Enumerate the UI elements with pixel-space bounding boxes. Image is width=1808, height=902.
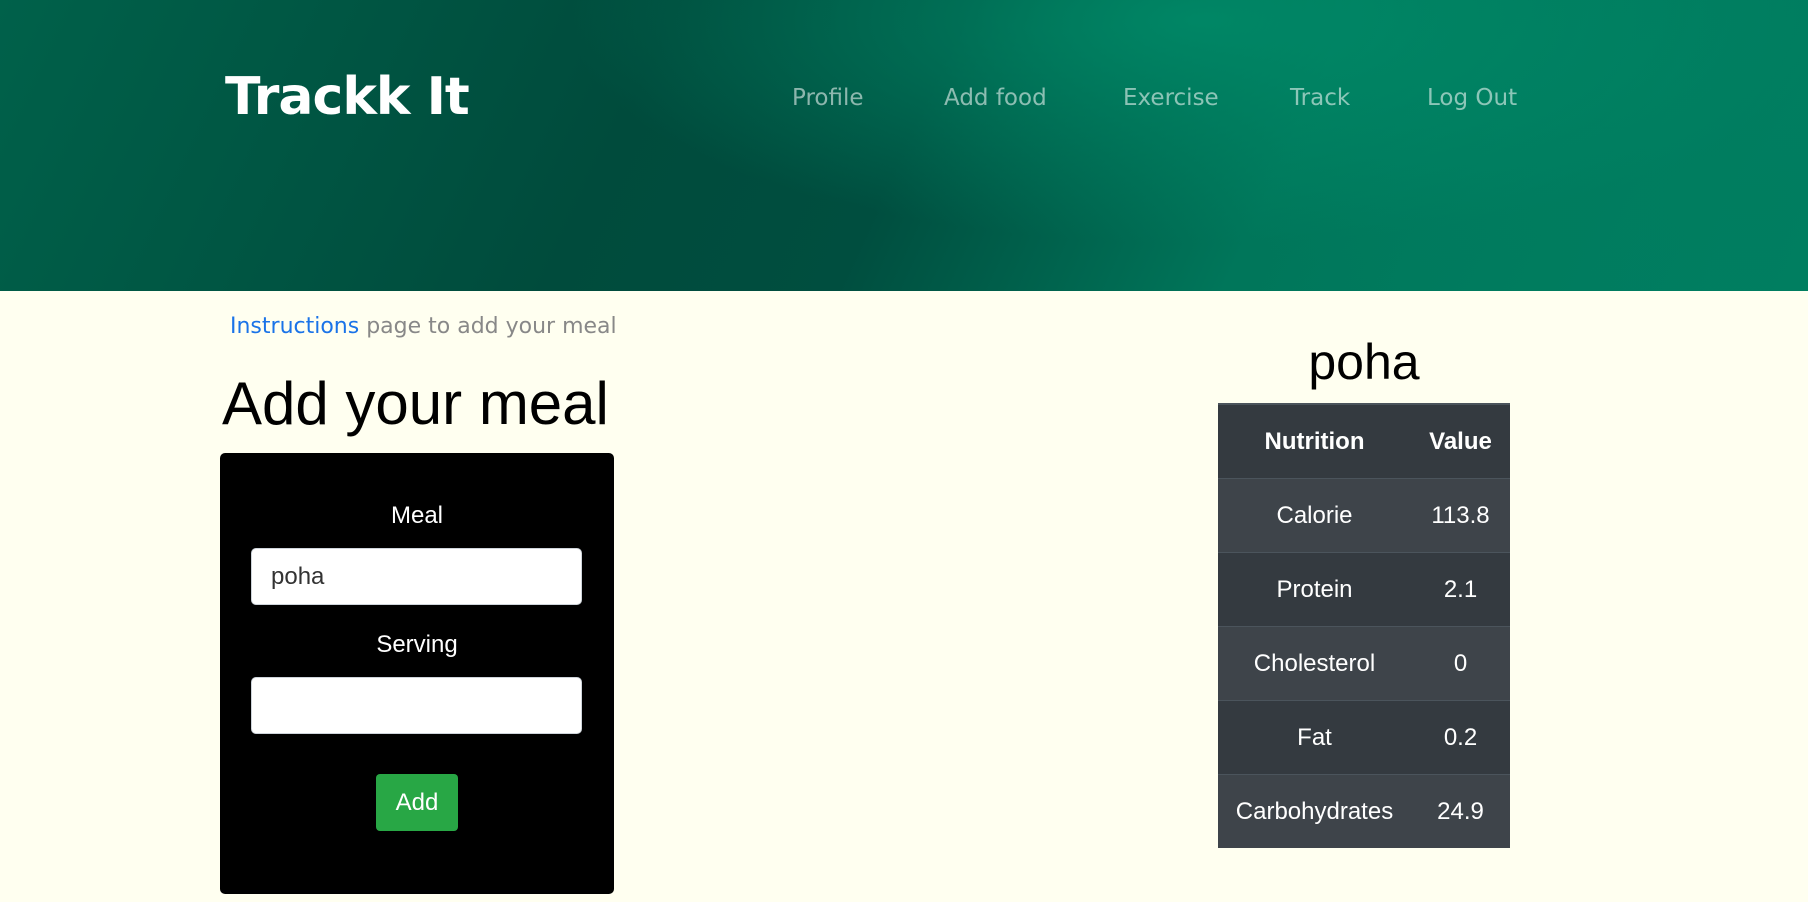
instructions-link[interactable]: Instructions (230, 314, 359, 339)
nav-exercise[interactable]: Exercise (1123, 80, 1219, 116)
meal-input[interactable] (251, 548, 582, 605)
add-button[interactable]: Add (376, 774, 458, 831)
nutrient-name: Protein (1218, 552, 1411, 627)
nutrient-name: Calorie (1218, 478, 1411, 553)
meal-form-card: Meal Serving Add (220, 453, 614, 894)
page-title: Add your meal (222, 370, 609, 437)
nutrient-value: 0.2 (1411, 700, 1510, 775)
brand-logo[interactable]: Trackk It (225, 62, 470, 132)
nav-add-food[interactable]: Add food (944, 80, 1047, 116)
nav-track[interactable]: Track (1290, 80, 1350, 116)
nutrient-value: 0 (1411, 626, 1510, 701)
nutrient-name: Fat (1218, 700, 1411, 775)
nav-profile[interactable]: Profile (792, 80, 864, 116)
column-header-nutrition: Nutrition (1218, 403, 1411, 479)
nutrient-name: Cholesterol (1218, 626, 1411, 701)
food-name-heading: poha (1308, 334, 1420, 390)
nutrient-value: 24.9 (1411, 774, 1510, 848)
serving-label: Serving (376, 631, 458, 658)
table-row: Protein 2.1 (1218, 552, 1510, 627)
table-header-row: Nutrition Value (1218, 403, 1510, 479)
meal-label: Meal (390, 502, 444, 529)
nutrient-name: Carbohydrates (1218, 774, 1411, 848)
nutrient-value: 113.8 (1411, 478, 1510, 553)
nav-log-out[interactable]: Log Out (1427, 80, 1517, 116)
instructions-text: page to add your meal (359, 314, 617, 339)
table-row: Carbohydrates 24.9 (1218, 774, 1510, 848)
serving-input[interactable] (251, 677, 582, 734)
nutrition-table: Nutrition Value Calorie 113.8 Protein 2.… (1218, 403, 1510, 848)
table-row: Fat 0.2 (1218, 700, 1510, 775)
instructions-line: Instructions page to add your meal (230, 312, 617, 342)
nutrient-value: 2.1 (1411, 552, 1510, 627)
column-header-value: Value (1411, 403, 1510, 479)
table-row: Cholesterol 0 (1218, 626, 1510, 701)
header-banner: Trackk It Profile Add food Exercise Trac… (0, 0, 1808, 291)
table-row: Calorie 113.8 (1218, 478, 1510, 553)
